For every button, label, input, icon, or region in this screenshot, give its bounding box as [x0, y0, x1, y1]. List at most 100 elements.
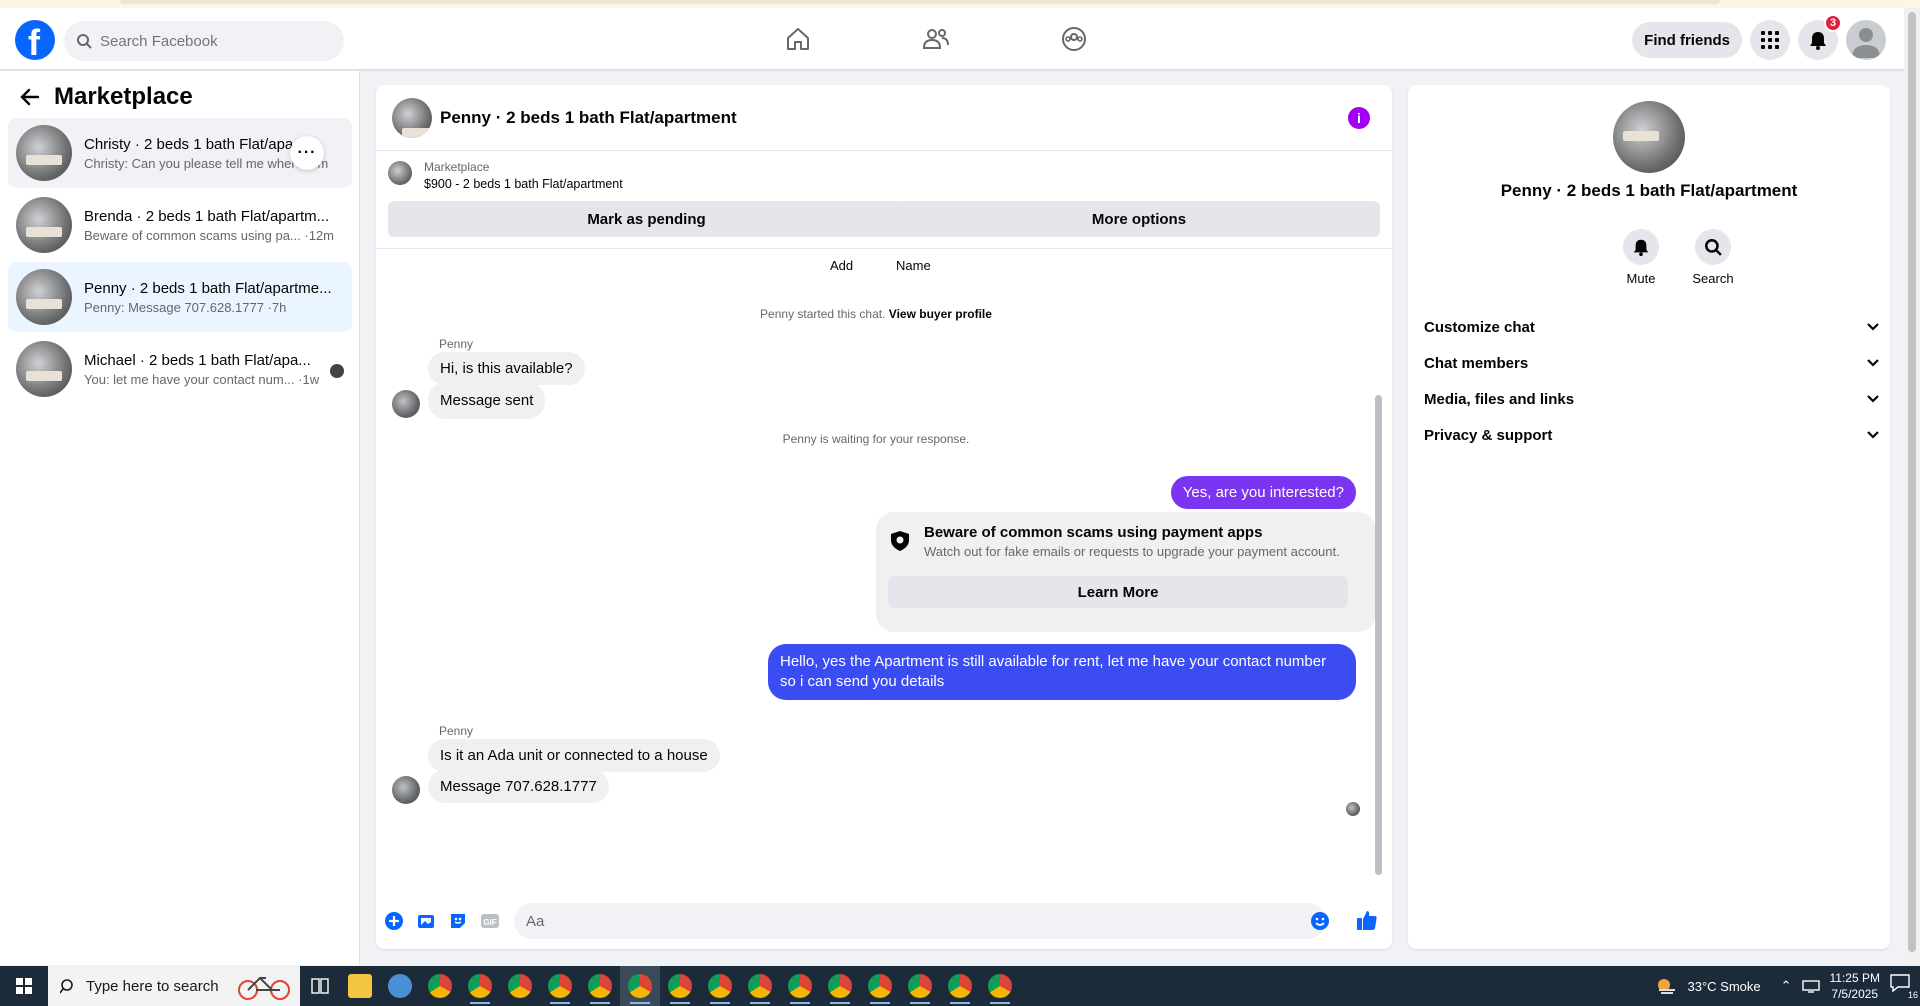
sticker-icon[interactable] [448, 911, 468, 931]
taskbar-search[interactable]: Type here to search [48, 966, 300, 1006]
listing-bar: Marketplace $900 - 2 beds 1 bath Flat/ap… [376, 151, 1392, 249]
panel-title: Penny · 2 beds 1 bath Flat/apartment [1500, 181, 1798, 200]
sender-avatar[interactable] [392, 390, 420, 418]
weather-text[interactable]: 33°C Smoke [1687, 979, 1760, 994]
search-icon [77, 34, 92, 49]
incoming-message[interactable]: Hi, is this available? [428, 352, 585, 385]
conversation-item-penny[interactable]: Penny · 2 beds 1 bath Flat/apartme... Pe… [8, 262, 352, 332]
photo-icon[interactable] [416, 911, 436, 931]
more-options-button[interactable]: More options [898, 201, 1380, 237]
panel-avatar[interactable] [1613, 101, 1685, 173]
chrome-profile-icon[interactable] [780, 966, 820, 1006]
listing-thumbnail [16, 269, 72, 325]
message-input[interactable]: Aa [514, 903, 1326, 939]
incoming-message[interactable]: Message 707.628.1777 [428, 770, 609, 803]
conversation-name: Brenda · 2 beds 1 bath Flat/apartm... [84, 207, 330, 225]
search-conversation-button[interactable]: Search [1683, 229, 1743, 286]
user-silhouette-icon [1852, 28, 1880, 58]
chat-title[interactable]: Penny · 2 beds 1 bath Flat/apartment [440, 108, 737, 128]
menu-grid-button[interactable] [1750, 20, 1790, 60]
friends-icon[interactable] [898, 16, 974, 62]
chrome-profile-icon[interactable] [540, 966, 580, 1006]
chrome-profile-icon[interactable] [460, 966, 500, 1006]
weather-icon[interactable] [1655, 976, 1677, 996]
thumbs-up-icon[interactable] [1356, 909, 1378, 931]
chevron-down-icon [1867, 431, 1879, 439]
chevron-up-icon[interactable]: ⌃ [1781, 978, 1792, 994]
file-explorer-icon[interactable] [340, 966, 380, 1006]
listing-price[interactable]: $900 - 2 beds 1 bath Flat/apartment [424, 177, 623, 191]
info-icon[interactable]: i [1348, 107, 1370, 129]
action-center-icon[interactable]: 16 [1890, 974, 1918, 1000]
view-buyer-profile-link[interactable]: View buyer profile [889, 307, 992, 321]
facebook-logo-icon[interactable]: f [15, 20, 55, 63]
mute-button[interactable]: Mute [1611, 229, 1671, 286]
chrome-profile-icon[interactable] [740, 966, 780, 1006]
groups-icon[interactable] [1036, 16, 1112, 62]
privacy-support-row[interactable]: Privacy & support [1424, 417, 1880, 453]
network-icon[interactable] [1801, 979, 1820, 993]
top-navigation-bar: f Find friends 3 [0, 8, 1904, 70]
more-options-icon[interactable]: ··· [290, 136, 324, 170]
task-view-icon[interactable] [300, 966, 340, 1006]
bell-icon [1810, 32, 1826, 50]
find-friends-button[interactable]: Find friends [1632, 22, 1742, 58]
conversation-name: Penny · 2 beds 1 bath Flat/apartme... [84, 279, 332, 297]
message-composer: GIF Aa [376, 893, 1392, 949]
chat-window: Penny · 2 beds 1 bath Flat/apartment i M… [376, 85, 1392, 949]
chat-members-row[interactable]: Chat members [1424, 345, 1880, 381]
chrome-profile-icon[interactable] [700, 966, 740, 1006]
chrome-icon[interactable] [500, 966, 540, 1006]
shield-icon [891, 531, 909, 551]
incoming-message[interactable]: Is it an Ada unit or connected to a hous… [428, 739, 720, 772]
chat-avatar[interactable] [392, 97, 432, 138]
page-scrollbar[interactable] [1904, 8, 1920, 966]
seen-by-avatar [1346, 802, 1360, 816]
chrome-profile-icon[interactable] [900, 966, 940, 1006]
chrome-profile-icon[interactable] [660, 966, 700, 1006]
account-avatar[interactable] [1846, 20, 1886, 60]
plus-circle-icon[interactable] [384, 911, 404, 931]
name-action-label[interactable]: Name [896, 258, 931, 273]
customize-chat-row[interactable]: Customize chat [1424, 309, 1880, 345]
chrome-profile-icon-active[interactable] [620, 966, 660, 1006]
conversation-preview: Penny: Message 707.628.1777 ·7h [84, 299, 287, 315]
back-arrow-icon[interactable] [20, 87, 40, 107]
chrome-icon[interactable] [420, 966, 460, 1006]
chrome-profile-icon[interactable] [580, 966, 620, 1006]
home-icon[interactable] [760, 16, 836, 62]
conversation-item-brenda[interactable]: Brenda · 2 beds 1 bath Flat/apartm... Be… [8, 190, 352, 260]
mark-as-pending-button[interactable]: Mark as pending [388, 201, 905, 237]
chrome-profile-icon[interactable] [980, 966, 1020, 1006]
start-button[interactable] [0, 966, 48, 1006]
marketplace-sidebar: Marketplace Christy · 2 beds 1 bath Flat… [0, 71, 360, 965]
chat-scrollbar[interactable] [1375, 395, 1382, 875]
clock[interactable]: 11:25 PM 7/5/2025 [1830, 970, 1880, 1002]
chrome-profile-icon[interactable] [820, 966, 860, 1006]
taskbar-search-placeholder: Type here to search [86, 977, 219, 995]
app-icon-blue[interactable] [380, 966, 420, 1006]
search-icon [1705, 239, 1722, 256]
outgoing-message[interactable]: Yes, are you interested? [1170, 476, 1356, 509]
search-facebook-box[interactable] [64, 21, 344, 61]
chrome-profile-icon[interactable] [860, 966, 900, 1006]
sidebar-header: Marketplace [20, 83, 193, 111]
sender-name: Penny [439, 337, 474, 351]
gif-icon[interactable]: GIF [480, 911, 500, 931]
notifications-button[interactable]: 3 [1798, 14, 1842, 60]
chrome-profile-icon[interactable] [940, 966, 980, 1006]
grid-icon [1761, 31, 1779, 49]
conversation-item-michael[interactable]: Michael · 2 beds 1 bath Flat/apa... You:… [8, 334, 352, 404]
search-input[interactable] [100, 32, 320, 50]
chat-started-note: Penny started this chat. View buyer prof… [376, 307, 1376, 321]
conversation-preview: Beware of common scams using pa... ·12m [84, 227, 334, 243]
sender-avatar[interactable] [392, 776, 420, 804]
conversation-item-christy[interactable]: Christy · 2 beds 1 bath Flat/apa... Chri… [8, 118, 352, 188]
emoji-icon[interactable] [1310, 911, 1330, 931]
outgoing-message[interactable]: Hello, yes the Apartment is still availa… [768, 644, 1356, 700]
header-actions: Find friends 3 [1632, 14, 1886, 60]
incoming-message[interactable]: Message sent [428, 382, 546, 419]
learn-more-button[interactable]: Learn More [888, 576, 1348, 608]
add-action-label[interactable]: Add [830, 258, 853, 273]
media-files-links-row[interactable]: Media, files and links [1424, 381, 1880, 417]
